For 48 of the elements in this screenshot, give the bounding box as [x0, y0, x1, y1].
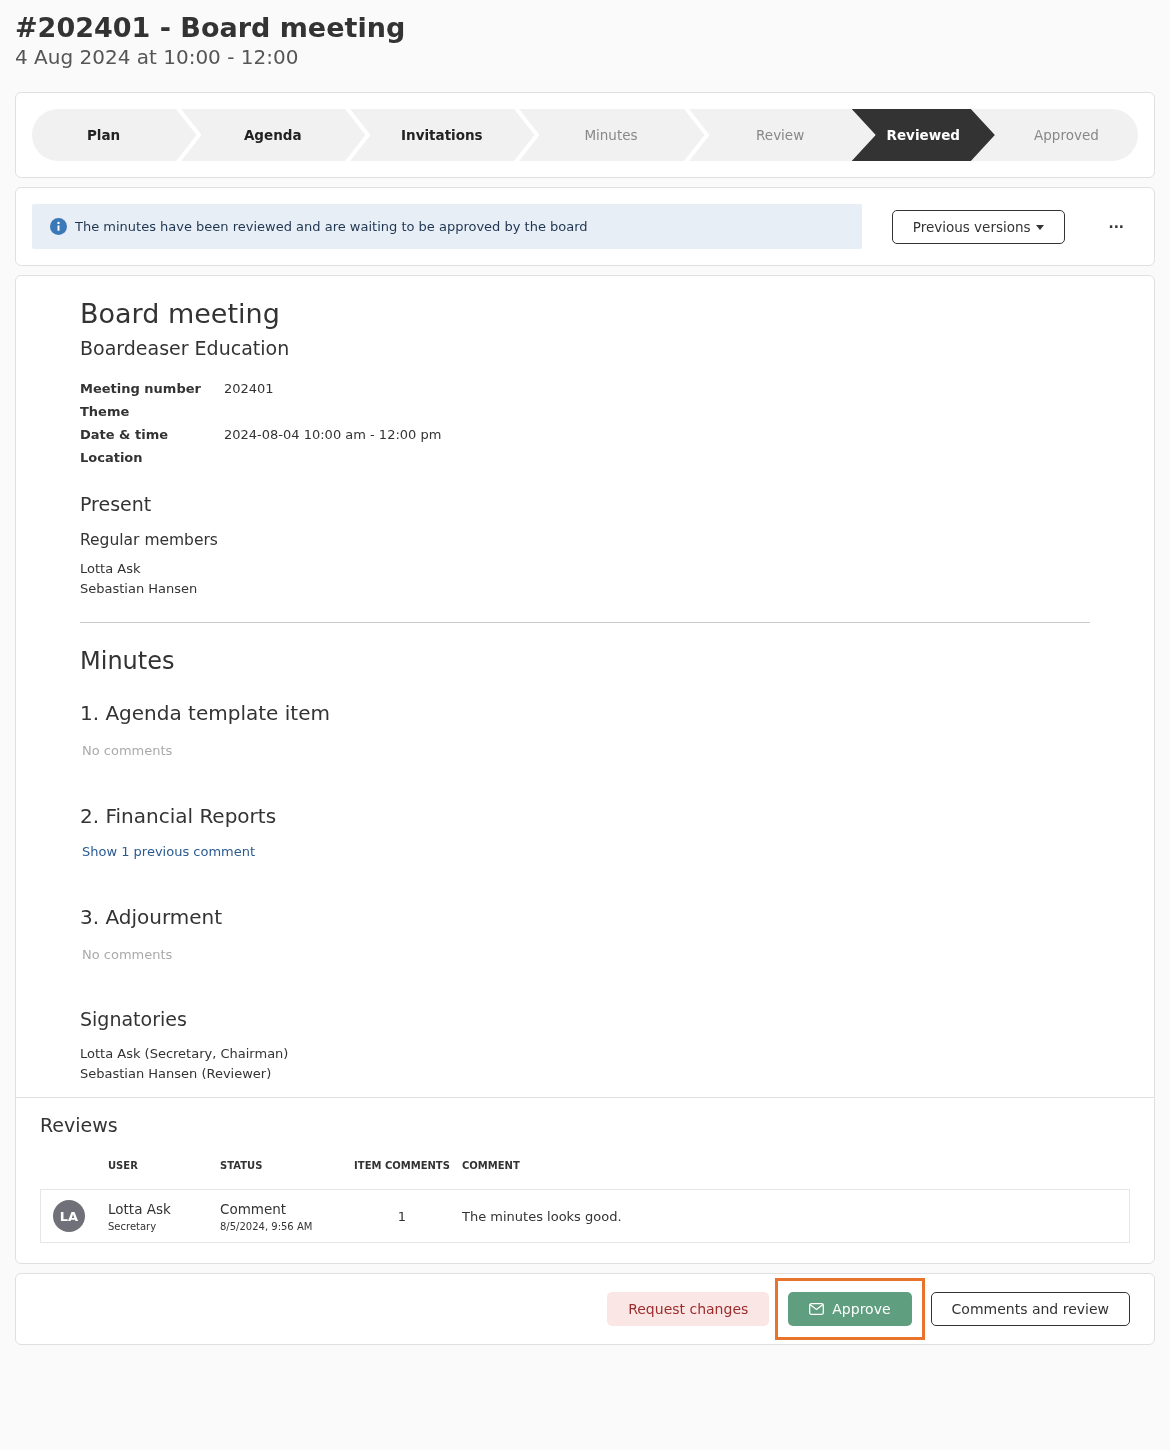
step-tab[interactable]: Reviewed: [851, 109, 995, 161]
more-button[interactable]: ···: [1094, 212, 1138, 241]
field-label: Meeting number: [80, 381, 202, 396]
envelope-icon: [809, 1303, 825, 1315]
previous-versions-button[interactable]: Previous versions: [891, 209, 1065, 244]
member-name: Lotta Ask: [80, 561, 142, 576]
no-comments-text: No comments: [82, 947, 174, 962]
document-title: Board meeting: [80, 298, 281, 329]
column-header: USER: [108, 1160, 139, 1173]
review-status: Comment: [220, 1200, 288, 1217]
agenda-item-title: 3. Adjourment: [80, 905, 224, 929]
field-label: Location: [80, 450, 144, 465]
organization-name: Boardeaser Education: [80, 337, 291, 359]
page-title: #202401 - Board meeting: [15, 12, 407, 43]
column-header: COMMENT: [462, 1160, 521, 1173]
page-subtitle: 4 Aug 2024 at 10:00 - 12:00: [15, 45, 300, 69]
step-tab[interactable]: Plan: [32, 109, 176, 161]
no-comments-text: No comments: [82, 743, 174, 758]
member-name: Sebastian Hansen: [80, 581, 199, 596]
request-changes-button[interactable]: Request changes: [607, 1292, 770, 1326]
caret-icon: [1035, 225, 1044, 230]
user-avatar: LA: [53, 1200, 85, 1232]
agenda-item-title: 1. Agenda template item: [80, 701, 331, 725]
item-comments-count: 1: [396, 1208, 408, 1224]
show-comments-link[interactable]: Show 1 previous comment: [82, 844, 1090, 859]
section-heading: Present: [80, 493, 153, 515]
column-header: STATUS: [220, 1160, 264, 1173]
step-tab[interactable]: Invitations: [370, 109, 514, 161]
section-heading: Signatories: [80, 1008, 188, 1030]
reviews-heading: Reviews: [40, 1114, 119, 1136]
field-label: Date & time: [80, 427, 170, 442]
comments-button[interactable]: Comments and review: [930, 1292, 1130, 1326]
section-heading: Minutes: [80, 647, 176, 675]
signatory-name: Lotta Ask (Secretary, Chairman): [80, 1046, 290, 1061]
step-tab[interactable]: Agenda: [201, 109, 345, 161]
user-name: Lotta Ask: [108, 1200, 172, 1217]
field-value: 202401: [224, 381, 275, 396]
info-icon: [50, 218, 67, 235]
agenda-item-title: 2. Financial Reports: [80, 804, 278, 828]
field-value: 2024-08-04 10:00 am - 12:00 pm: [224, 427, 443, 442]
column-header: ITEM COMMENTS: [353, 1160, 451, 1173]
user-role: Secretary: [108, 1220, 158, 1232]
review-date: 8/5/2024, 9:56 AM: [220, 1220, 314, 1232]
review-comment: The minutes looks good.: [462, 1208, 623, 1224]
signatory-name: Sebastian Hansen (Reviewer): [80, 1066, 273, 1081]
field-label: Theme: [80, 404, 131, 419]
subsection-heading: Regular members: [80, 531, 219, 549]
info-message: The minutes have been reviewed and are waiting to be approved by the board: [75, 219, 588, 234]
